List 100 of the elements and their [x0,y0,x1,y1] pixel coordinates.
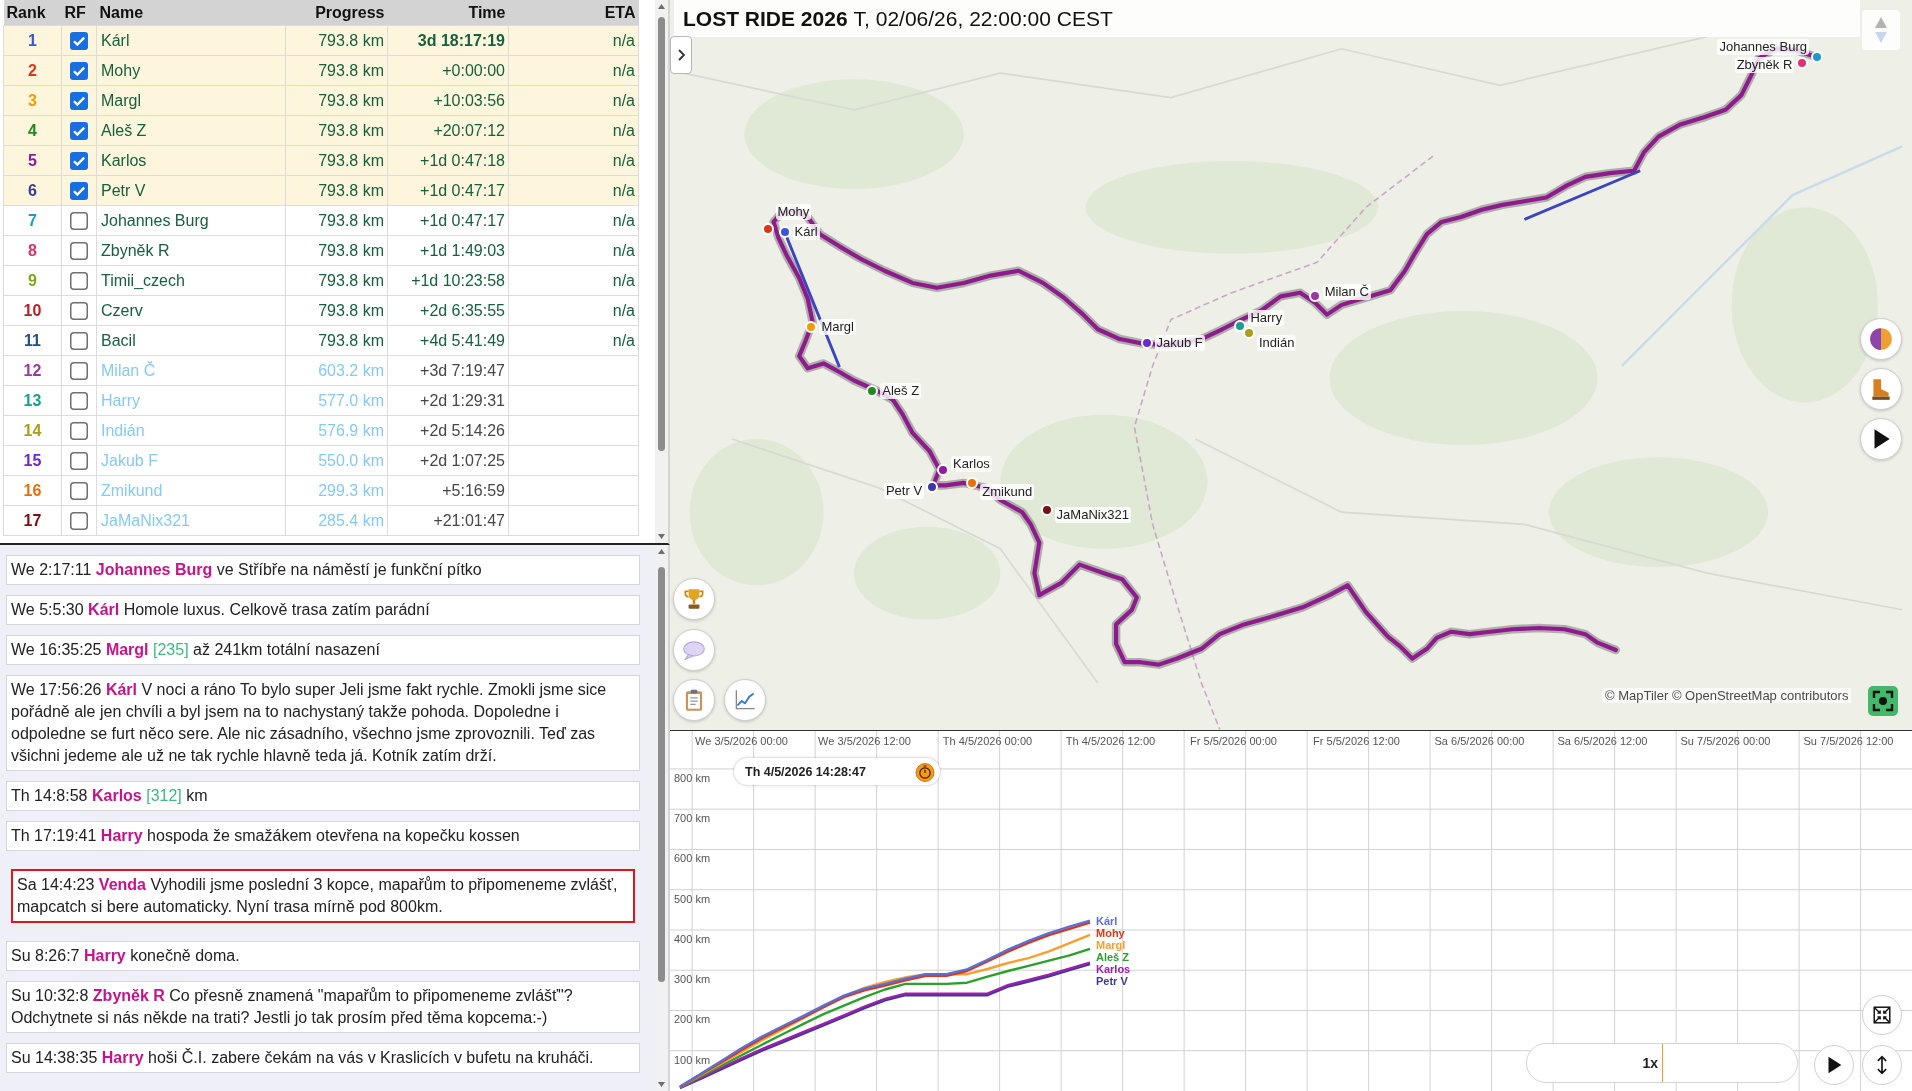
rider-marker-icon[interactable] [966,476,979,489]
time-cell: +20:07:12 [387,115,509,146]
play-button[interactable] [1814,1045,1854,1085]
checkbox[interactable] [70,121,88,140]
checkbox[interactable] [70,391,88,410]
series-label: Petr V [1096,974,1128,987]
rider-marker-icon[interactable] [1796,57,1809,70]
arrow-down-icon[interactable] [658,534,665,539]
checkbox[interactable] [70,241,88,260]
chat-message: Sa 14:4:23 Venda Vyhodili jsme poslední 3 kopce, mapařům to připomeneme zvlášť, mapcatch si bere automaticky. Nyní trasa mírně pod 800km. [11,869,635,923]
rank-cell: 10 [3,295,62,326]
axis-label: Fr 5/5/2026 12:00 [1313,735,1400,747]
progress-cell: 299.3 km [285,475,388,506]
chat-message: We 17:56:26 Kárl V noci a ráno To bylo super Jeli jsme fakt rychle. Zmokli jsme sice pořádně ale jen chvíli a byl jsem na to nachystaný takže pohoda. Dopoledne i odpoledne se furt něco sere. Ale nic zásadního, všechno jsme zprovoznili. Teď zas všichni jedeme ale už ne tak rychle hlavně teda já. Kotník zatím drží. [6,675,640,771]
resize-button[interactable] [1862,1045,1902,1085]
boot-button[interactable] [1860,368,1902,410]
rank-cell: 1 [3,25,62,56]
axis-label: 100 km [674,1053,711,1066]
checkbox[interactable] [70,421,88,440]
scrollbar-thumb[interactable] [658,17,665,451]
name-cell: Zmikund [96,475,286,506]
chart-button[interactable] [724,679,766,721]
speed-slider[interactable]: 1x [1526,1043,1798,1083]
series-label: Aleš Z [1096,950,1129,963]
axis-label: Su 7/5/2026 00:00 [1680,735,1771,747]
checkbox[interactable] [70,91,88,110]
chat-message: Th 17:19:41 Harry hospoda že smažákem otevřena na kopečku kossen [6,821,640,851]
rider-marker-icon[interactable] [1140,336,1153,349]
eta-cell: n/a [508,145,639,176]
rider-marker-icon[interactable] [1810,51,1823,64]
arrow-up-icon[interactable] [658,4,665,9]
checkbox[interactable] [70,511,88,530]
time-cell: +1d 0:47:18 [387,145,509,176]
rider-marker-icon[interactable] [1308,290,1321,303]
rank-cell: 16 [3,475,62,506]
scrollbar[interactable] [655,0,668,543]
name-cell: Bacil [96,325,286,356]
axis-label: Th 4/5/2026 00:00 [942,735,1033,747]
current-time: Th 4/5/2026 14:28:47 [745,764,866,779]
collapse-icon [1871,1004,1893,1026]
column-header: Name [96,0,286,26]
checkbox[interactable] [70,211,88,230]
rider-marker-icon[interactable] [805,320,818,333]
rider-label: Milan Č [1322,284,1371,301]
play-button[interactable] [1860,418,1902,460]
scrollbar[interactable] [655,545,668,1091]
trophy-icon [681,586,707,612]
focus-button[interactable] [1868,686,1898,716]
rider-marker-icon[interactable] [937,463,949,476]
progress-cell: 285.4 km [285,505,388,536]
clipboard-button[interactable] [673,679,715,721]
axis-label: Th 4/5/2026 12:00 [1065,735,1156,747]
series-label: Kárl [1096,914,1118,927]
map-subtitle: T, 02/06/26, 22:00:00 CEST [853,6,1113,31]
rider-marker-icon[interactable] [926,480,939,493]
chat-message: We 5:5:30 Kárl Homole luxus. Celkově trasa zatím parádní [6,595,640,625]
checkbox[interactable] [70,271,88,290]
rider-marker-icon[interactable] [761,223,774,236]
chat-message: We 16:35:25 Margl [235] až 241km totální nasazení [6,635,640,665]
eta-cell: n/a [508,265,639,296]
time-cell: +0:00:00 [387,55,509,86]
collapse-button[interactable] [1862,995,1902,1035]
eta-cell: n/a [508,115,639,146]
axis-label: 200 km [674,1013,711,1026]
progress-cell: 793.8 km [285,295,388,326]
checkbox[interactable] [70,481,88,500]
checkbox[interactable] [70,331,88,350]
rider-marker-icon[interactable] [866,385,879,398]
checkbox[interactable] [70,61,88,80]
compass-icon [1873,16,1889,44]
rank-cell: 15 [3,445,62,476]
name-cell: Jakub F [96,445,286,476]
checkbox[interactable] [70,31,88,50]
axis-label: We 3/5/2026 12:00 [818,735,911,747]
checkbox[interactable] [70,301,88,320]
scrollbar-thumb[interactable] [658,567,665,982]
time-cell: +1d 0:47:17 [387,175,509,206]
expand-button[interactable] [670,36,692,74]
time-cell: +4d 5:41:49 [387,325,509,356]
rank-cell: 3 [3,85,62,116]
rider-label: Johannes Burg [1717,39,1809,56]
arrow-up-icon[interactable] [658,549,665,554]
rider-label: Karlos [951,455,992,472]
name-cell: Milan Č [96,355,286,386]
name-cell: Mohy [96,55,286,86]
arrow-down-icon[interactable] [658,1082,665,1087]
checkbox[interactable] [70,361,88,380]
checkbox[interactable] [70,181,88,200]
rider-label: Mohy [775,204,812,221]
rider-marker-icon[interactable] [778,225,791,238]
progress-cell: 603.2 km [285,355,388,386]
checkbox[interactable] [70,451,88,470]
pie-chart-icon [1868,326,1894,352]
pie-chart-button[interactable] [1860,318,1902,360]
eta-cell: n/a [508,235,639,266]
checkbox[interactable] [70,151,88,170]
trophy-button[interactable] [673,578,715,620]
rider-label: Aleš Z [880,383,922,400]
rank-cell: 8 [3,235,62,266]
rank-cell: 2 [3,55,62,86]
